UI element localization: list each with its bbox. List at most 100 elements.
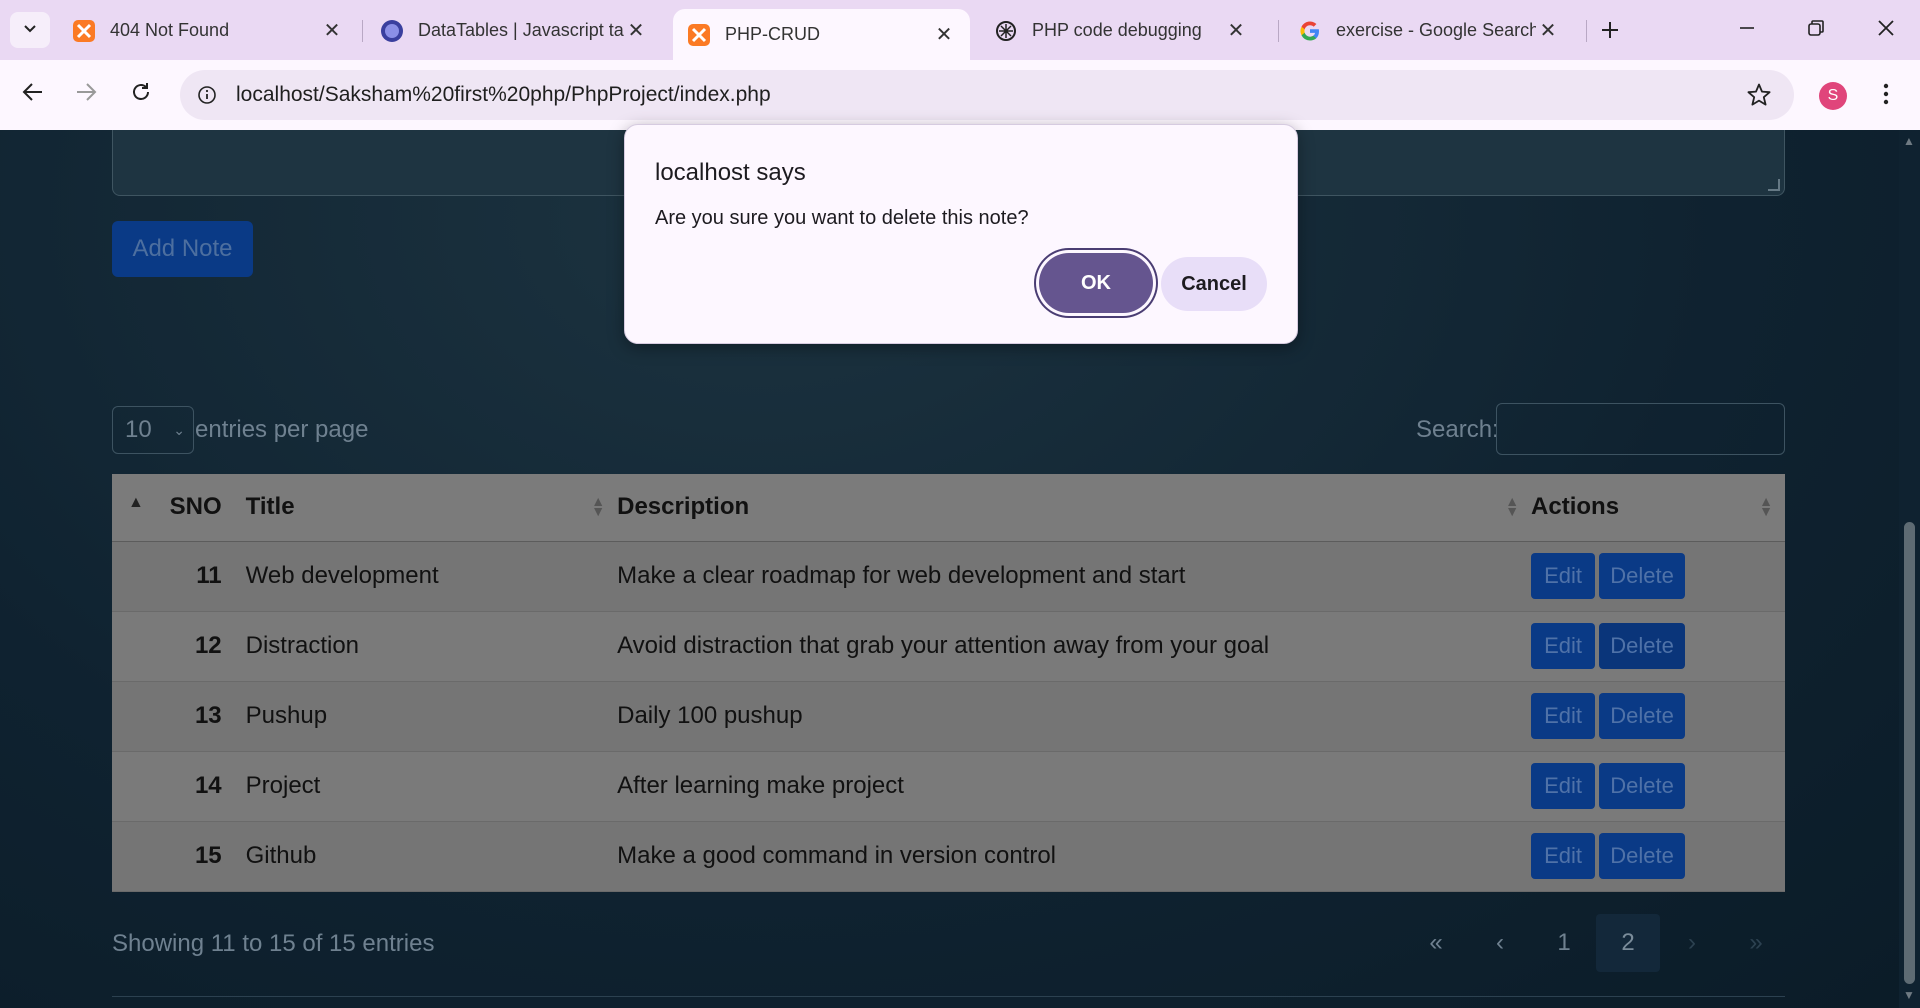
site-info-icon[interactable] <box>192 80 222 110</box>
scroll-up-icon[interactable]: ▲ <box>1903 134 1915 148</box>
pager-page-2[interactable]: 2 <box>1596 914 1660 972</box>
cell-sno: 13 <box>169 681 246 752</box>
pager-page-1[interactable]: 1 <box>1532 914 1596 972</box>
sort-ascending-icon: ▲ <box>128 494 144 511</box>
dialog-ok-button[interactable]: OK <box>1039 253 1153 313</box>
column-header-description[interactable]: Description ▲ ▼ <box>617 474 1532 542</box>
delete-button[interactable]: Delete <box>1599 623 1686 669</box>
dialog-cancel-button[interactable]: Cancel <box>1161 257 1267 311</box>
edit-button[interactable]: Edit <box>1531 553 1596 599</box>
search-input[interactable] <box>1496 403 1785 455</box>
browser-toolbar: localhost/Saksham%20first%20php/PhpProje… <box>0 60 1920 130</box>
cell-actions: Edit Delete <box>1531 821 1785 892</box>
bookmark-star-icon[interactable] <box>1746 82 1772 108</box>
entries-value: 10 <box>125 416 152 443</box>
more-vert-icon <box>1883 83 1889 110</box>
back-button[interactable] <box>13 74 53 114</box>
tab-title: PHP-CRUD <box>725 24 821 44</box>
cell-title: Github <box>245 821 618 892</box>
plus-icon <box>1600 14 1620 48</box>
new-tab-button[interactable] <box>1592 14 1628 48</box>
profile-avatar[interactable]: S <box>1819 82 1847 110</box>
notes-table: ▲ SNO Title ▲ ▼ Description ▲ ▼ Actions ▲ ▼ <box>112 474 1785 892</box>
cell-sno: 12 <box>169 611 246 682</box>
dialog-message: Are you sure you want to delete this not… <box>655 207 1029 229</box>
address-bar[interactable]: localhost/Saksham%20first%20php/PhpProje… <box>180 70 1794 120</box>
forward-button[interactable] <box>66 74 106 114</box>
cell-sno: 15 <box>169 821 246 892</box>
cell-title: Pushup <box>245 681 618 752</box>
tab-php-crud[interactable]: PHP-CRUD ✕ <box>673 9 970 60</box>
dialog-title: localhost says <box>655 159 806 186</box>
sort-icon: ▲ ▼ <box>591 493 606 519</box>
column-header-label: Description <box>617 493 750 521</box>
page-scrollbar[interactable]: ▲ ▼ <box>1899 130 1920 1008</box>
close-icon[interactable]: ✕ <box>1536 19 1560 43</box>
chatgpt-icon <box>994 19 1018 43</box>
reload-icon <box>130 81 152 108</box>
tab-php-code-debugging[interactable]: PHP code debugging ✕ <box>980 9 1262 52</box>
column-header-actions[interactable]: Actions ▲ ▼ <box>1531 474 1785 542</box>
delete-button[interactable]: Delete <box>1599 833 1686 879</box>
add-note-button[interactable]: Add Note <box>112 221 253 277</box>
cell-title: Distraction <box>245 611 618 682</box>
chevron-down-icon <box>22 20 38 41</box>
minimize-icon <box>1739 20 1755 41</box>
entries-per-page-label: entries per page <box>195 416 369 443</box>
column-header-sno[interactable]: SNO <box>169 474 246 542</box>
tab-datatables[interactable]: DataTables | Javascript ta ✕ <box>366 9 662 52</box>
pager-previous-button[interactable]: ‹ <box>1468 914 1532 972</box>
cell-title: Web development <box>245 541 618 612</box>
pager-first-button[interactable]: « <box>1404 914 1468 972</box>
delete-button[interactable]: Delete <box>1599 553 1686 599</box>
delete-button[interactable]: Delete <box>1599 693 1686 739</box>
arrow-left-icon <box>22 81 44 108</box>
close-icon[interactable]: ✕ <box>624 19 648 43</box>
restore-icon <box>1807 19 1825 42</box>
pager-next-button[interactable]: › <box>1660 914 1724 972</box>
scroll-down-icon[interactable]: ▼ <box>1903 988 1915 1002</box>
tab-exercise-google-search[interactable]: exercise - Google Search ✕ <box>1284 9 1574 52</box>
xampp-icon <box>687 23 711 47</box>
tab-strip: 404 Not Found ✕ DataTables | Javascript … <box>0 0 1920 60</box>
delete-button[interactable]: Delete <box>1599 763 1686 809</box>
table-header-row: ▲ SNO Title ▲ ▼ Description ▲ ▼ Actions ▲ ▼ <box>112 474 1785 542</box>
restore-button[interactable] <box>1794 10 1838 50</box>
datatables-icon <box>380 19 404 43</box>
browser-menu-button[interactable] <box>1870 80 1902 112</box>
edit-button[interactable]: Edit <box>1531 623 1596 669</box>
reload-button[interactable] <box>121 74 161 114</box>
cell-actions: Edit Delete <box>1531 611 1785 682</box>
close-window-button[interactable] <box>1864 10 1908 50</box>
tab-search-button[interactable] <box>10 12 50 48</box>
sort-column-header[interactable]: ▲ <box>112 474 170 542</box>
minimize-button[interactable] <box>1725 10 1769 50</box>
edit-button[interactable]: Edit <box>1531 693 1596 739</box>
close-icon[interactable]: ✕ <box>932 23 956 47</box>
column-header-label: Actions <box>1531 493 1620 521</box>
cell-description: Avoid distraction that grab your attenti… <box>617 611 1532 682</box>
tab-title: exercise - Google Search <box>1336 20 1536 40</box>
table-row: 11 Web development Make a clear roadmap … <box>112 541 1785 612</box>
table-row: 12 Distraction Avoid distraction that gr… <box>112 611 1785 682</box>
edit-button[interactable]: Edit <box>1531 763 1596 809</box>
close-icon[interactable]: ✕ <box>1224 19 1248 43</box>
scrollbar-thumb[interactable] <box>1904 522 1915 984</box>
url-text: localhost/Saksham%20first%20php/PhpProje… <box>236 83 771 106</box>
close-icon[interactable]: ✕ <box>320 19 344 43</box>
column-header-title[interactable]: Title ▲ ▼ <box>245 474 618 542</box>
resize-handle-icon[interactable] <box>1768 179 1780 191</box>
tab-title: DataTables | Javascript ta <box>418 20 624 40</box>
tab-title: PHP code debugging <box>1032 20 1202 40</box>
pager-last-button[interactable]: » <box>1724 914 1788 972</box>
edit-button[interactable]: Edit <box>1531 833 1596 879</box>
cell-actions: Edit Delete <box>1531 541 1785 612</box>
cell-description: After learning make project <box>617 751 1532 822</box>
table-row: 14 Project After learning make project E… <box>112 751 1785 822</box>
pagination: « ‹ 1 2 › » <box>1404 914 1788 972</box>
google-icon <box>1298 19 1322 43</box>
entries-per-page-select[interactable]: 10 ⌄ <box>112 406 194 454</box>
cell-description: Daily 100 pushup <box>617 681 1532 752</box>
tab-404-not-found[interactable]: 404 Not Found ✕ <box>58 9 358 52</box>
confirm-dialog: localhost says Are you sure you want to … <box>624 124 1298 344</box>
